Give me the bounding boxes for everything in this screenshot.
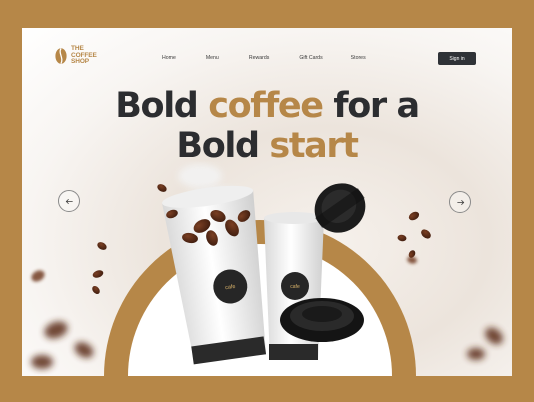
nav-stores-link[interactable]: Stores bbox=[351, 55, 366, 61]
headline-line1-suffix: for a bbox=[322, 86, 420, 126]
headline-line1: Bold coffee for a bbox=[22, 86, 512, 126]
top-navigation: THE COFFEE SHOP Home Menu Rewards Gift C… bbox=[22, 28, 512, 88]
next-slide-button[interactable] bbox=[449, 191, 471, 213]
nav-links: Home Menu Rewards Gift Cards Stores bbox=[162, 55, 366, 61]
brand-name-line3: SHOP bbox=[71, 58, 90, 65]
arrow-right-icon bbox=[456, 199, 464, 205]
headline-line2-prefix: Bold bbox=[176, 126, 270, 166]
brand-logo[interactable]: THE COFFEE SHOP bbox=[54, 45, 97, 66]
hero-headline: Bold coffee for a Bold start bbox=[22, 86, 512, 166]
arrow-left-icon bbox=[65, 198, 73, 204]
nav-menu-link[interactable]: Menu bbox=[206, 55, 219, 61]
coffee-bean-logo-icon bbox=[55, 47, 67, 64]
headline-line2-accent: start bbox=[269, 126, 359, 166]
nav-home-link[interactable]: Home bbox=[162, 55, 176, 61]
sign-in-button[interactable]: Sign in bbox=[438, 52, 476, 65]
nav-rewards-link[interactable]: Rewards bbox=[249, 55, 269, 61]
brand-name: THE COFFEE SHOP bbox=[71, 45, 97, 66]
hero-frame: cafe cafe THE COFFEE SHOP Home Menu Rewa… bbox=[22, 28, 512, 376]
nav-gift-cards-link[interactable]: Gift Cards bbox=[299, 55, 322, 61]
headline-line2: Bold start bbox=[22, 126, 512, 166]
headline-line1-accent: coffee bbox=[208, 86, 324, 126]
headline-line1-prefix: Bold bbox=[115, 86, 209, 126]
cup-badge-text-2: cafe bbox=[290, 284, 300, 290]
previous-slide-button[interactable] bbox=[58, 190, 80, 212]
